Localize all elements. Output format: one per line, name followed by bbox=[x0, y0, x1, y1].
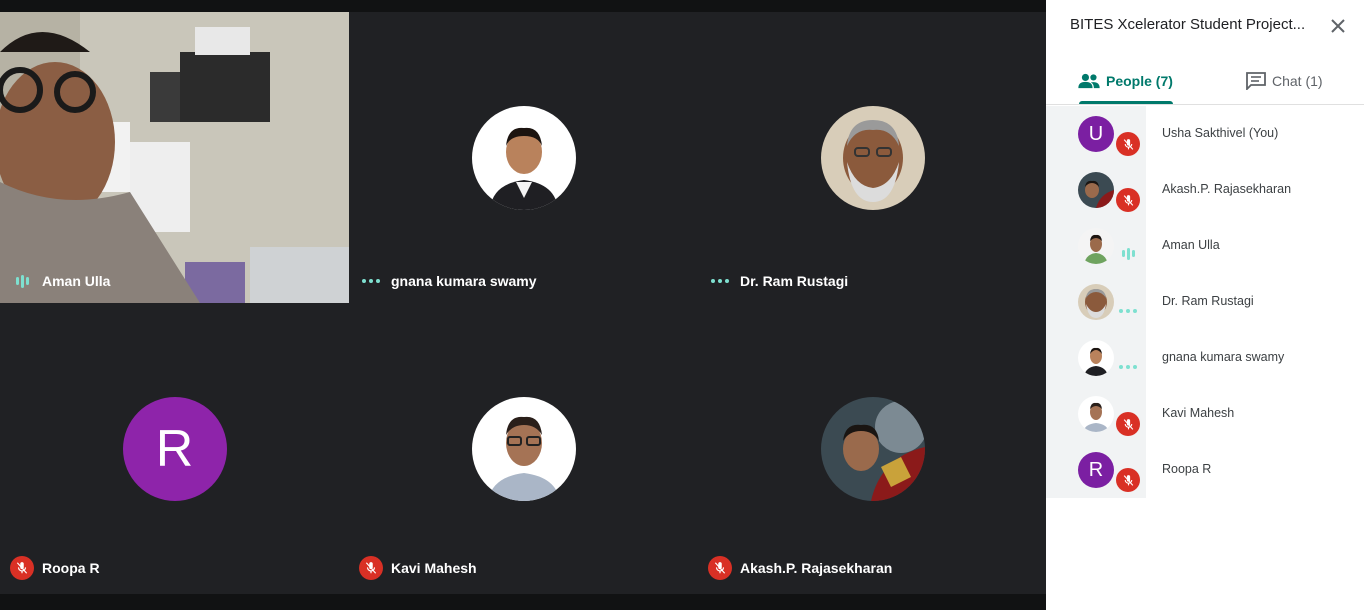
list-item[interactable]: Kavi Mahesh bbox=[1046, 386, 1364, 442]
participant-tile-kavi-mahesh[interactable]: Kavi Mahesh bbox=[349, 303, 698, 594]
tile-name-label: Roopa R bbox=[10, 556, 100, 580]
status-indicator bbox=[1116, 468, 1140, 492]
active-tab-indicator bbox=[1079, 101, 1173, 104]
tab-people[interactable]: People (7) bbox=[1078, 58, 1173, 104]
avatar bbox=[1078, 284, 1114, 320]
more-dots-icon bbox=[708, 279, 732, 283]
close-icon bbox=[1331, 19, 1345, 33]
participant-avatar bbox=[471, 105, 576, 210]
participant-avatar: R bbox=[122, 396, 227, 501]
mic-off-icon bbox=[1116, 132, 1140, 156]
participant-avatar bbox=[820, 396, 925, 501]
list-item[interactable]: U Usha Sakthivel (You) bbox=[1046, 106, 1364, 162]
list-item[interactable]: Akash.P. Rajasekharan bbox=[1046, 162, 1364, 218]
participant-name: Dr. Ram Rustagi bbox=[740, 273, 849, 289]
mic-off-icon bbox=[359, 556, 383, 580]
participant-avatar bbox=[471, 396, 576, 501]
panel-tabs: People (7) Chat (1) bbox=[1046, 58, 1364, 105]
participant-name: Akash.P. Rajasekharan bbox=[1162, 182, 1292, 196]
participant-name: gnana kumara swamy bbox=[391, 273, 537, 289]
status-indicator bbox=[1116, 132, 1140, 156]
participant-name: Roopa R bbox=[1162, 462, 1212, 476]
avatar: R bbox=[1078, 452, 1114, 488]
avatar bbox=[1078, 396, 1114, 432]
speaking-indicator-icon bbox=[10, 274, 34, 288]
participant-tile-roopa-r[interactable]: R Roopa R bbox=[0, 303, 349, 594]
more-dots-icon bbox=[1116, 365, 1140, 369]
people-icon bbox=[1078, 73, 1100, 89]
tile-name-label: Aman Ulla bbox=[10, 273, 110, 289]
status-indicator bbox=[1116, 412, 1140, 436]
participant-tile-gnana[interactable]: gnana kumara swamy bbox=[349, 12, 698, 303]
list-item[interactable]: Aman Ulla bbox=[1046, 218, 1364, 274]
mic-off-icon bbox=[1116, 468, 1140, 492]
participant-tile-aman-ulla[interactable]: Aman Ulla bbox=[0, 12, 349, 303]
tab-people-label: People (7) bbox=[1106, 73, 1173, 89]
video-feed bbox=[0, 12, 349, 303]
status-indicator bbox=[1116, 300, 1140, 318]
participant-name: Akash.P. Rajasekharan bbox=[740, 560, 893, 576]
bottom-bar bbox=[0, 594, 1046, 610]
participant-name: gnana kumara swamy bbox=[1162, 350, 1285, 364]
participant-name: Roopa R bbox=[42, 560, 100, 576]
list-item[interactable]: Dr. Ram Rustagi bbox=[1046, 274, 1364, 330]
participant-name: Usha Sakthivel (You) bbox=[1162, 126, 1279, 140]
participant-name: Dr. Ram Rustagi bbox=[1162, 294, 1254, 308]
list-item[interactable]: R Roopa R bbox=[1046, 442, 1364, 498]
status-indicator bbox=[1116, 188, 1140, 212]
close-panel-button[interactable] bbox=[1326, 14, 1350, 38]
more-dots-icon bbox=[359, 279, 383, 283]
participant-name: Aman Ulla bbox=[42, 273, 111, 289]
participant-name: Kavi Mahesh bbox=[1162, 406, 1235, 420]
avatar bbox=[1078, 228, 1114, 264]
panel-title: BITES Xcelerator Student Project... bbox=[1070, 16, 1306, 33]
side-panel: BITES Xcelerator Student Project... Peop… bbox=[1046, 0, 1364, 610]
top-bar bbox=[0, 0, 1046, 12]
tile-name-label: Kavi Mahesh bbox=[359, 556, 477, 580]
status-indicator bbox=[1116, 244, 1140, 262]
tile-name-label: Dr. Ram Rustagi bbox=[708, 273, 848, 289]
tab-chat-label: Chat (1) bbox=[1272, 73, 1323, 89]
tab-chat[interactable]: Chat (1) bbox=[1246, 58, 1323, 104]
avatar bbox=[1078, 172, 1114, 208]
participant-name: Kavi Mahesh bbox=[391, 560, 477, 576]
participant-name: Aman Ulla bbox=[1162, 238, 1220, 252]
people-list: U Usha Sakthivel (You) Akash.P. Rajasekh… bbox=[1046, 106, 1364, 498]
tile-name-label: gnana kumara swamy bbox=[359, 273, 537, 289]
status-indicator bbox=[1116, 356, 1140, 374]
list-item[interactable]: gnana kumara swamy bbox=[1046, 330, 1364, 386]
participant-avatar bbox=[820, 105, 925, 210]
speaking-indicator-icon bbox=[1116, 247, 1140, 260]
mic-off-icon bbox=[1116, 188, 1140, 212]
mic-off-icon bbox=[1116, 412, 1140, 436]
tile-name-label: Akash.P. Rajasekharan bbox=[708, 556, 892, 580]
avatar: U bbox=[1078, 116, 1114, 152]
mic-off-icon bbox=[708, 556, 732, 580]
chat-icon bbox=[1246, 72, 1266, 90]
participant-tile-akash[interactable]: Akash.P. Rajasekharan bbox=[698, 303, 1047, 594]
avatar bbox=[1078, 340, 1114, 376]
mic-off-icon bbox=[10, 556, 34, 580]
participant-tile-ram-rustagi[interactable]: Dr. Ram Rustagi bbox=[698, 12, 1047, 303]
video-grid: Aman Ulla gnana kumara swamy Dr. Ram Rus… bbox=[0, 12, 1047, 594]
more-dots-icon bbox=[1116, 309, 1140, 313]
